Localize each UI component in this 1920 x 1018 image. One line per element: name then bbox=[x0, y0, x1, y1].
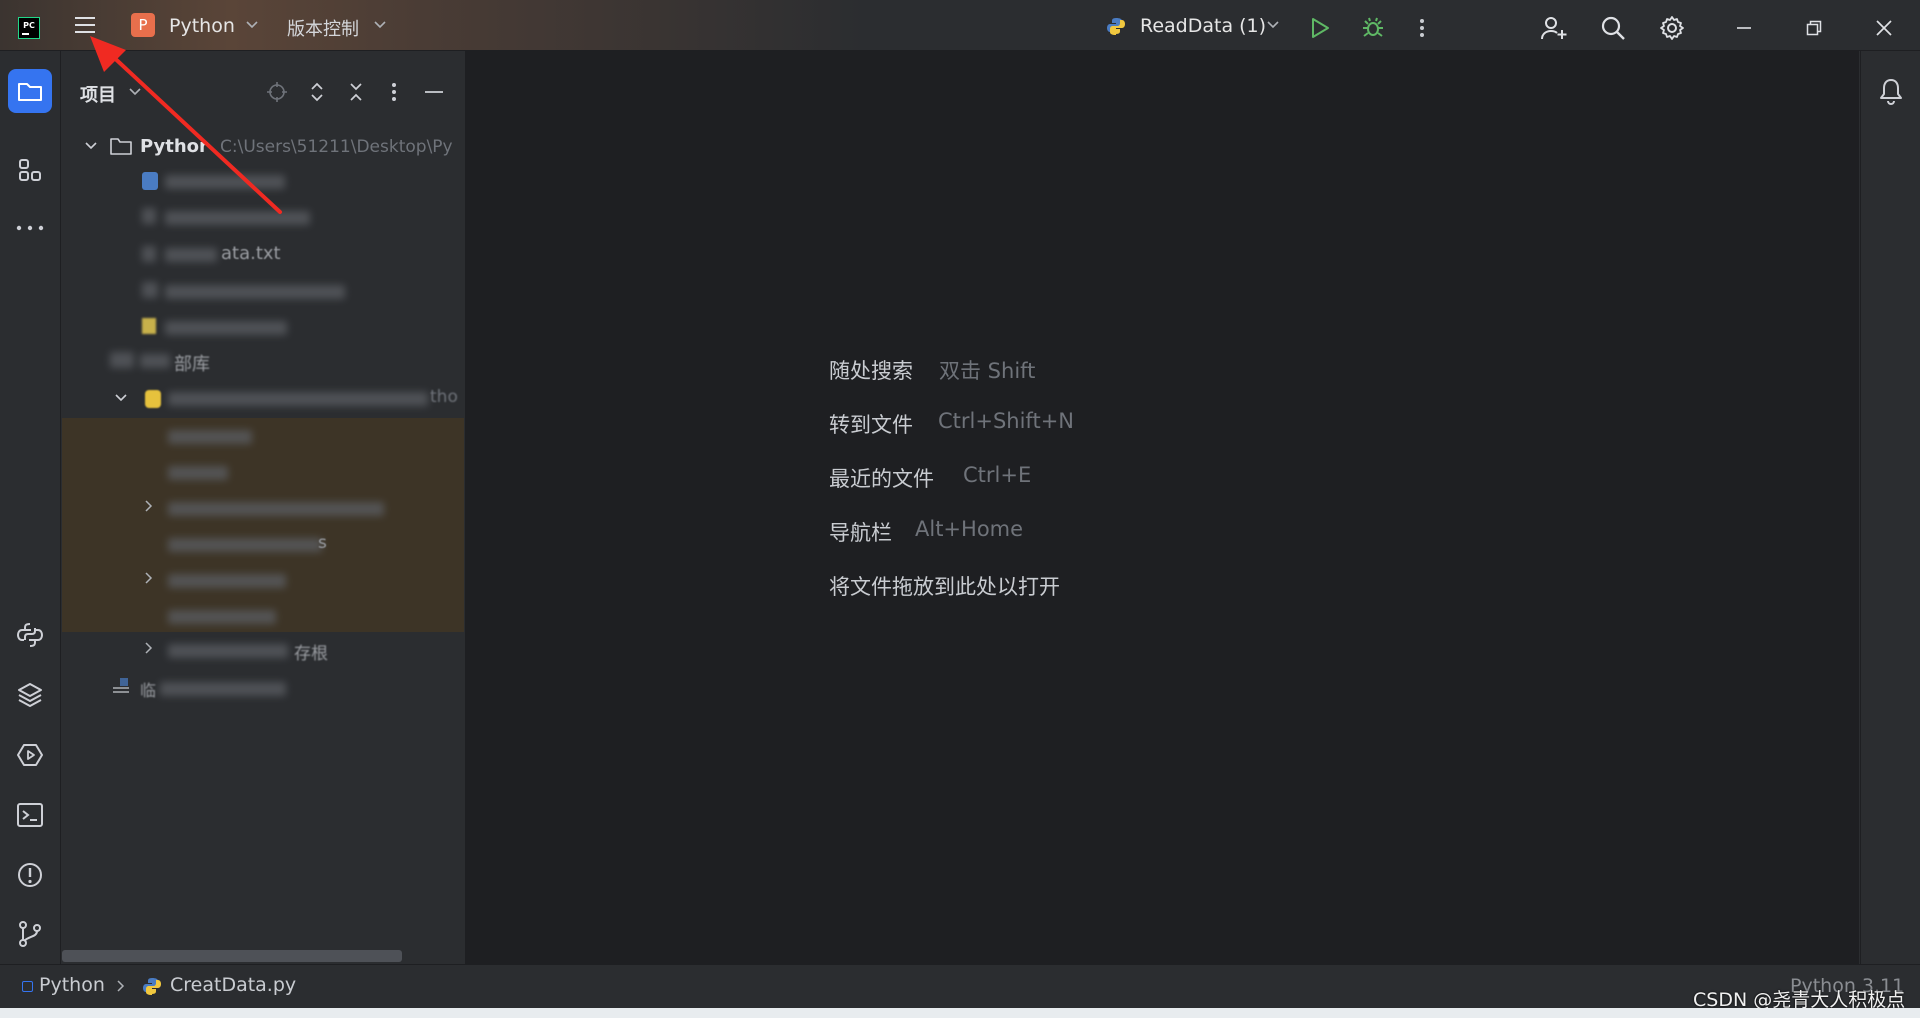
folder-icon bbox=[18, 83, 42, 101]
breadcrumb: Python CreatData.py bbox=[20, 974, 320, 1000]
tree-item-lib-3[interactable] bbox=[168, 502, 384, 516]
restore-icon[interactable] bbox=[1803, 18, 1825, 38]
tree-item-lib-6[interactable] bbox=[168, 610, 276, 624]
run-config-name: ReadData (1) bbox=[1140, 15, 1267, 37]
python-file-icon bbox=[142, 976, 162, 996]
welcome-recent-files: 最近的文件 Ctrl+E bbox=[829, 463, 1209, 493]
chevron-down-icon bbox=[245, 19, 259, 31]
run-icon[interactable] bbox=[1308, 16, 1332, 40]
highlighted-rows-region bbox=[62, 418, 464, 632]
python-console-icon[interactable] bbox=[14, 620, 46, 650]
tree-item-file-4[interactable] bbox=[165, 285, 345, 299]
tree-item-lib-1[interactable] bbox=[168, 430, 252, 444]
tree-chevron-right-icon[interactable] bbox=[142, 570, 156, 586]
scratches-icon bbox=[112, 678, 130, 696]
tree-item-lib-4-fragment: s bbox=[318, 533, 327, 553]
add-user-icon[interactable] bbox=[1540, 15, 1568, 41]
external-libraries-fragment: 部库 bbox=[174, 354, 210, 375]
library-icon bbox=[110, 352, 134, 368]
tree-item-lib-5[interactable] bbox=[168, 574, 286, 588]
tree-item-python-sdk[interactable]: tho bbox=[168, 386, 464, 410]
chevron-down-icon bbox=[373, 19, 387, 31]
annotation-arrow bbox=[80, 32, 300, 222]
expand-all-icon[interactable] bbox=[305, 80, 329, 104]
tree-item-lib-7-fragment: 存根 bbox=[294, 644, 328, 664]
python-sdk-icon bbox=[145, 390, 161, 408]
python-packages-icon[interactable] bbox=[14, 680, 46, 710]
welcome-label: 转到文件 bbox=[829, 413, 913, 437]
tree-item-scratches[interactable]: 临 bbox=[140, 676, 300, 700]
tree-item-file-3-fragment: ata.txt bbox=[221, 243, 281, 264]
tree-chevron-icon[interactable] bbox=[112, 390, 130, 406]
tree-chevron-right-icon[interactable] bbox=[142, 498, 156, 514]
tree-item-external-libraries[interactable]: 部库 bbox=[140, 350, 260, 375]
window-bottom-edge bbox=[0, 1008, 1920, 1018]
run-config-selector[interactable]: ReadData (1) bbox=[1106, 12, 1282, 38]
terminal-icon[interactable] bbox=[14, 800, 46, 830]
git-branch-icon[interactable] bbox=[14, 919, 46, 949]
editor-area bbox=[466, 51, 1859, 964]
horizontal-scrollbar[interactable] bbox=[62, 950, 402, 962]
welcome-label: 导航栏 bbox=[829, 521, 892, 545]
welcome-label: 将文件拖放到此处以打开 bbox=[829, 575, 1060, 599]
tree-item-lib-7[interactable]: 存根 bbox=[168, 638, 338, 664]
minimize-icon[interactable] bbox=[1733, 18, 1755, 38]
breadcrumb-file[interactable]: CreatData.py bbox=[170, 974, 296, 996]
welcome-shortcut: Ctrl+E bbox=[963, 463, 1032, 487]
welcome-search-anywhere: 随处搜索 双击 Shift bbox=[829, 355, 1209, 385]
file-icon bbox=[142, 282, 158, 298]
hide-panel-icon[interactable] bbox=[422, 80, 446, 104]
scratches-fragment: 临 bbox=[140, 681, 157, 700]
pycharm-logo[interactable]: PC bbox=[18, 17, 40, 39]
python-sdk-fragment: tho bbox=[430, 387, 458, 407]
chevron-down-icon bbox=[1266, 19, 1280, 31]
python-icon bbox=[1106, 16, 1126, 36]
more-actions-icon[interactable] bbox=[1412, 16, 1432, 40]
tree-item-lib-2[interactable] bbox=[168, 466, 228, 480]
more-tools-icon[interactable] bbox=[14, 216, 46, 240]
problems-icon[interactable] bbox=[14, 860, 46, 890]
welcome-drop-files: 将文件拖放到此处以打开 bbox=[829, 571, 1209, 601]
panel-options-icon[interactable] bbox=[384, 80, 404, 104]
tree-item-lib-4[interactable]: s bbox=[168, 532, 338, 556]
settings-gear-icon[interactable] bbox=[1659, 15, 1685, 41]
welcome-shortcut: 双击 Shift bbox=[939, 359, 1036, 383]
welcome-label: 最近的文件 bbox=[829, 467, 934, 491]
text-file-icon bbox=[142, 246, 156, 262]
project-tool-button[interactable] bbox=[8, 69, 52, 113]
tree-item-file-3[interactable]: ata.txt bbox=[165, 243, 305, 265]
close-icon[interactable] bbox=[1873, 18, 1895, 38]
collapse-all-icon[interactable] bbox=[344, 80, 368, 104]
breadcrumb-project[interactable]: Python bbox=[39, 974, 105, 996]
vcs-menu[interactable]: 版本控制 bbox=[287, 12, 393, 40]
tree-item-file-5[interactable] bbox=[165, 321, 287, 335]
welcome-go-to-file: 转到文件 Ctrl+Shift+N bbox=[829, 409, 1209, 439]
right-tool-strip bbox=[1860, 51, 1920, 964]
welcome-shortcut: Alt+Home bbox=[915, 517, 1024, 541]
welcome-label: 随处搜索 bbox=[829, 359, 913, 383]
notifications-bell-icon[interactable] bbox=[1876, 76, 1906, 106]
welcome-shortcut: Ctrl+Shift+N bbox=[938, 409, 1074, 433]
structure-icon[interactable] bbox=[14, 155, 46, 185]
welcome-navigation-bar: 导航栏 Alt+Home bbox=[829, 517, 1209, 547]
search-icon[interactable] bbox=[1600, 15, 1626, 41]
chevron-right-icon bbox=[115, 979, 127, 993]
python-file-icon bbox=[142, 318, 156, 334]
module-icon bbox=[22, 981, 33, 992]
debug-icon[interactable] bbox=[1360, 16, 1386, 40]
tree-chevron-right-icon[interactable] bbox=[142, 640, 156, 656]
services-icon[interactable] bbox=[14, 740, 46, 770]
